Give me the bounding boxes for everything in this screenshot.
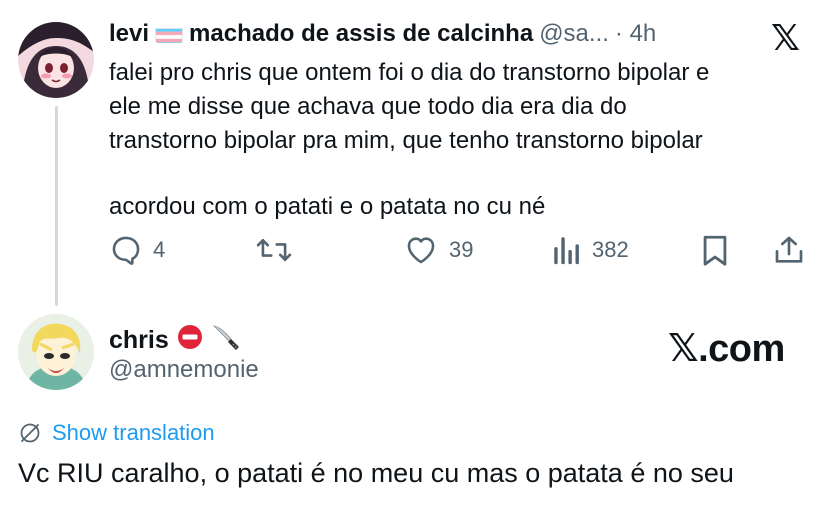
reply-author-handle[interactable]: @amnemonie xyxy=(109,356,259,384)
tweet-line: falei pro chris que ontem foi o dia do t… xyxy=(109,59,710,86)
display-name-suffix[interactable]: machado de assis de calcinha xyxy=(189,20,533,48)
no-entry-icon xyxy=(177,324,203,357)
like-count: 39 xyxy=(449,237,474,262)
like-action[interactable]: 39 xyxy=(403,232,473,268)
author-name[interactable]: levi xyxy=(109,20,149,48)
tweet-text: falei pro chris que ontem foi o dia do t… xyxy=(109,56,799,224)
bookmark-icon xyxy=(703,235,727,266)
globe-slash-icon xyxy=(20,423,40,443)
tweet-time[interactable]: · 4h xyxy=(615,20,656,48)
tweet-line: transtorno bipolar pra mim, que tenho tr… xyxy=(109,127,703,154)
knife-icon xyxy=(211,322,241,359)
reply-action[interactable]: 4 xyxy=(109,232,165,268)
views-action[interactable]: 382 xyxy=(552,232,629,268)
x-logo-icon[interactable]: 𝕏 xyxy=(771,20,800,56)
retweet-action[interactable] xyxy=(256,232,302,268)
reply-author-row: chris xyxy=(109,322,241,359)
reply-text: Vc RIU caralho, o patati é no meu cu mas… xyxy=(18,458,734,488)
retweet-icon xyxy=(256,238,292,262)
x-com-brand: 𝕏.com xyxy=(668,328,785,370)
share-action[interactable] xyxy=(773,232,805,268)
tweet-line: ele me disse que achava que todo dia era… xyxy=(109,93,627,120)
show-translation-label[interactable]: Show translation xyxy=(52,420,215,446)
reply-count: 4 xyxy=(153,237,166,262)
reply-icon xyxy=(112,236,140,265)
bookmark-action[interactable] xyxy=(700,232,730,268)
reply-author-name[interactable]: chris xyxy=(109,326,169,355)
thread-line xyxy=(55,106,58,306)
tweet-header: levi machado de assis de calcinha @sa...… xyxy=(109,18,656,50)
heart-icon xyxy=(407,237,435,264)
views-count: 382 xyxy=(592,237,629,262)
avatar-chris[interactable] xyxy=(18,314,94,390)
share-icon xyxy=(775,236,803,263)
transgender-flag-icon xyxy=(155,25,184,43)
avatar-levi[interactable] xyxy=(18,22,94,98)
show-translation-link[interactable]: Show translation xyxy=(18,420,215,446)
views-icon xyxy=(554,237,579,265)
author-handle[interactable]: @sa... xyxy=(539,20,609,48)
tweet-line: acordou com o patati e o patata no cu né xyxy=(109,193,546,220)
